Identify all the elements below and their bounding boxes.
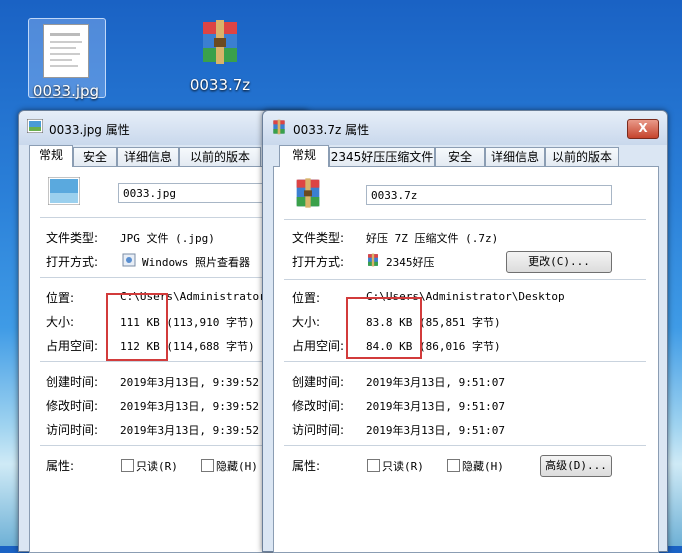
size-label: 大小: bbox=[292, 315, 321, 329]
readonly-label: 只读(R) bbox=[382, 460, 424, 473]
tab-details[interactable]: 详细信息 bbox=[485, 147, 545, 166]
attributes-label: 属性: bbox=[292, 459, 321, 473]
accessed-label: 访问时间: bbox=[46, 423, 99, 437]
general-panel: 0033.7z 文件类型: 好压 7Z 压缩文件 (.7z) 打开方式: 234… bbox=[273, 166, 659, 553]
file-type-label: 文件类型: bbox=[292, 231, 345, 245]
divider bbox=[284, 361, 646, 362]
created-label: 创建时间: bbox=[46, 375, 99, 389]
readonly-checkbox[interactable] bbox=[121, 459, 134, 472]
properties-window-7z: 0033.7z 属性 X 常规 2345好压压缩文件 安全 详细信息 以前的版本… bbox=[262, 110, 668, 553]
close-button[interactable]: X bbox=[627, 119, 659, 139]
modified-label: 修改时间: bbox=[292, 399, 345, 413]
open-with-label: 打开方式: bbox=[46, 255, 99, 269]
size-label: 大小: bbox=[46, 315, 75, 329]
image-file-icon bbox=[43, 24, 89, 78]
tab-general[interactable]: 常规 bbox=[29, 145, 73, 167]
desktop-icon-label: 0033.jpg bbox=[32, 82, 100, 100]
hidden-label: 隐藏(H) bbox=[216, 460, 258, 473]
readonly-checkbox[interactable] bbox=[367, 459, 380, 472]
highlight-annotation bbox=[106, 293, 168, 361]
divider bbox=[284, 279, 646, 280]
haozip-icon bbox=[366, 253, 380, 270]
filename-field[interactable]: 0033.7z bbox=[366, 185, 612, 205]
desktop-icon-label: 0033.7z bbox=[189, 76, 251, 94]
advanced-button[interactable]: 高级(D)... bbox=[540, 455, 612, 477]
accessed-value: 2019年3月13日, 9:39:52 bbox=[120, 424, 259, 437]
tab-previous-versions[interactable]: 以前的版本 bbox=[179, 147, 261, 166]
open-with-label: 打开方式: bbox=[292, 255, 345, 269]
image-file-icon bbox=[47, 176, 81, 208]
tab-general[interactable]: 常规 bbox=[279, 145, 329, 167]
divider bbox=[284, 445, 646, 446]
created-label: 创建时间: bbox=[292, 375, 345, 389]
modified-value: 2019年3月13日, 9:51:07 bbox=[366, 400, 505, 413]
accessed-value: 2019年3月13日, 9:51:07 bbox=[366, 424, 505, 437]
created-value: 2019年3月13日, 9:51:07 bbox=[366, 376, 505, 389]
highlight-annotation bbox=[346, 297, 422, 359]
open-with-value: 2345好压 bbox=[386, 256, 435, 269]
created-value: 2019年3月13日, 9:39:52 bbox=[120, 376, 259, 389]
archive-file-icon bbox=[182, 18, 258, 70]
tab-security[interactable]: 安全 bbox=[73, 147, 117, 166]
disk-size-label: 占用空间: bbox=[292, 339, 345, 353]
photo-viewer-icon bbox=[122, 253, 136, 270]
modified-value: 2019年3月13日, 9:39:52 bbox=[120, 400, 259, 413]
title-bar[interactable]: 0033.7z 属性 X bbox=[263, 111, 667, 145]
attributes-label: 属性: bbox=[46, 459, 75, 473]
hidden-checkbox[interactable] bbox=[201, 459, 214, 472]
hidden-checkbox[interactable] bbox=[447, 459, 460, 472]
desktop-icon-0033-7z[interactable]: 0033.7z bbox=[182, 18, 258, 94]
tab-details[interactable]: 详细信息 bbox=[117, 147, 179, 166]
image-file-icon bbox=[26, 118, 44, 136]
disk-size-label: 占用空间: bbox=[46, 339, 99, 353]
location-label: 位置: bbox=[292, 291, 321, 305]
archive-file-icon bbox=[292, 177, 324, 212]
window-title: 0033.7z 属性 bbox=[293, 123, 370, 137]
divider bbox=[284, 219, 646, 220]
readonly-label: 只读(R) bbox=[136, 460, 178, 473]
desktop-icon-0033-jpg[interactable]: 0033.jpg bbox=[28, 18, 106, 100]
tab-security[interactable]: 安全 bbox=[435, 147, 485, 166]
location-label: 位置: bbox=[46, 291, 75, 305]
file-type-label: 文件类型: bbox=[46, 231, 99, 245]
change-button[interactable]: 更改(C)... bbox=[506, 251, 612, 273]
open-with-value: Windows 照片查看器 bbox=[142, 256, 250, 269]
archive-file-icon bbox=[271, 119, 287, 138]
file-type-value: 好压 7Z 压缩文件 (.7z) bbox=[366, 232, 499, 245]
modified-label: 修改时间: bbox=[46, 399, 99, 413]
tab-previous-versions[interactable]: 以前的版本 bbox=[545, 147, 619, 166]
accessed-label: 访问时间: bbox=[292, 423, 345, 437]
tab-haozip[interactable]: 2345好压压缩文件 bbox=[329, 147, 435, 166]
hidden-label: 隐藏(H) bbox=[462, 460, 504, 473]
file-type-value: JPG 文件 (.jpg) bbox=[120, 232, 215, 245]
window-title: 0033.jpg 属性 bbox=[49, 123, 130, 137]
